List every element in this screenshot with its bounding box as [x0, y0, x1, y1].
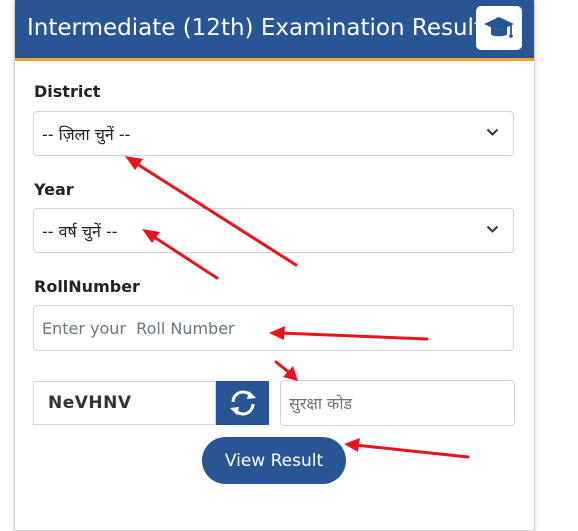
refresh-icon — [230, 390, 256, 416]
chevron-down-icon — [486, 225, 499, 233]
district-selected-value: -- ज़िला चुनें -- — [42, 125, 131, 144]
captcha-code: NeVHNV — [48, 393, 132, 413]
year-label: Year — [34, 180, 74, 199]
captcha-input[interactable] — [280, 380, 515, 426]
card-header: Intermediate (12th) Examination Result — [15, 0, 534, 61]
view-result-button[interactable]: View Result — [202, 437, 346, 484]
refresh-captcha-button[interactable] — [216, 381, 269, 425]
district-label: District — [34, 82, 101, 101]
year-selected-value: -- वर्ष चुनें -- — [42, 222, 118, 241]
page-title: Intermediate (12th) Examination Result — [27, 15, 483, 41]
captcha-display: NeVHNV — [33, 381, 216, 425]
rollnumber-label: RollNumber — [34, 277, 140, 296]
rollnumber-input[interactable] — [33, 305, 514, 351]
result-card: Intermediate (12th) Examination Result D… — [14, 0, 535, 531]
district-select[interactable]: -- ज़िला चुनें -- — [33, 111, 514, 156]
chevron-down-icon — [486, 128, 499, 136]
graduation-cap-icon — [476, 6, 522, 50]
year-select[interactable]: -- वर्ष चुनें -- — [33, 208, 514, 253]
